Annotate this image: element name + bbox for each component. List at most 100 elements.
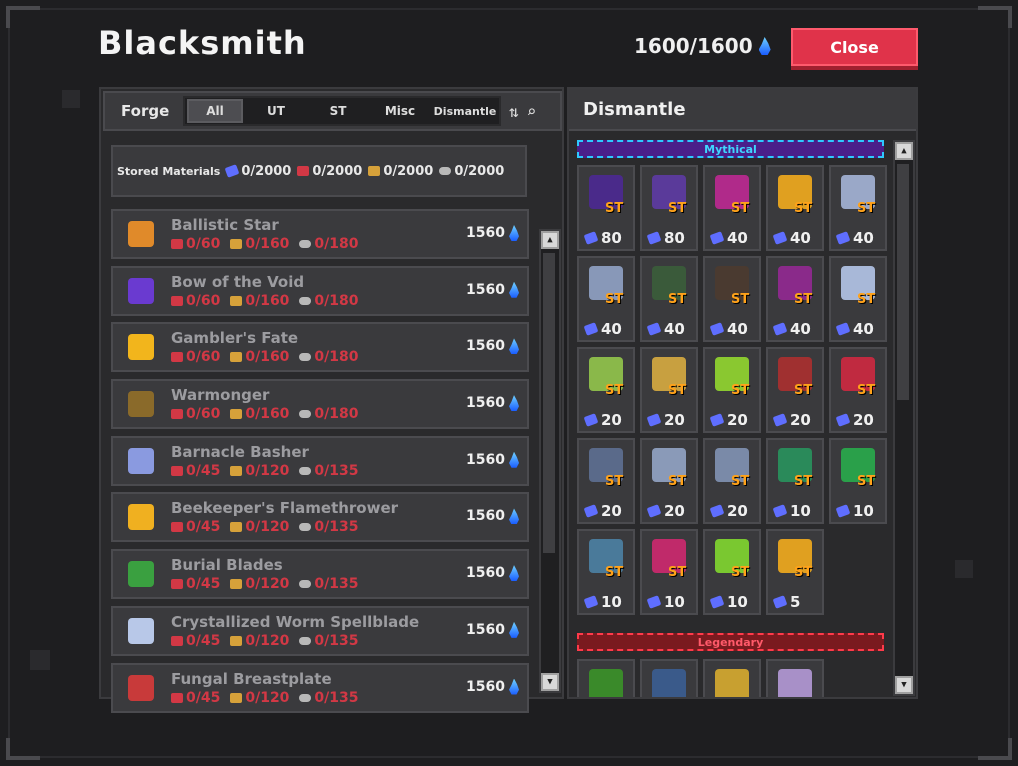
dismantle-item[interactable] (703, 659, 761, 697)
gold-ore-icon (230, 239, 243, 249)
req-value: 0/60 (186, 406, 221, 423)
search-icon[interactable]: ⌕ (527, 102, 537, 121)
dismantle-item[interactable]: ST 20 (703, 347, 761, 433)
item-requirements: 0/45 0/120 0/135 (171, 576, 359, 592)
item-cost: 1560 (466, 281, 519, 298)
blue-flame-icon (509, 678, 519, 695)
dismantle-yield: 20 (583, 411, 622, 429)
yield-value: 40 (727, 229, 748, 247)
yield-value: 10 (727, 593, 748, 611)
dismantle-item[interactable] (766, 659, 824, 697)
dismantle-item[interactable]: ST 40 (703, 165, 761, 251)
dismantle-item[interactable]: ST 5 (766, 529, 824, 615)
dismantle-title: Dismantle (569, 89, 916, 131)
item-name: Burial Blades (171, 556, 283, 575)
scroll-thumb[interactable] (897, 164, 909, 400)
item-body: Barnacle Basher 0/45 0/120 0/135 (171, 443, 359, 479)
recipe-item[interactable]: Fungal Breastplate 0/45 0/120 0/135 1560 (111, 662, 529, 713)
recipe-item[interactable]: Barnacle Basher 0/45 0/120 0/135 1560 (111, 435, 529, 486)
tab-ut[interactable]: UT (245, 98, 307, 124)
tab-st[interactable]: ST (307, 98, 369, 124)
dismantle-item[interactable]: ST 40 (766, 165, 824, 251)
st-badge: ST (857, 383, 876, 398)
item-name: Beekeeper's Flamethrower (171, 499, 399, 518)
close-button[interactable]: Close (791, 28, 918, 66)
dismantle-item[interactable]: ST 40 (829, 165, 887, 251)
item-icon (121, 668, 161, 708)
dismantle-item[interactable]: ST 20 (703, 438, 761, 524)
blue-flame-icon (509, 225, 519, 241)
dismantle-item[interactable]: ST 40 (766, 256, 824, 342)
recipe-item[interactable]: Gambler's Fate 0/60 0/160 0/180 1560 (111, 322, 529, 373)
item-name: Ballistic Star (171, 216, 279, 234)
sort-icon[interactable]: ⇅ (509, 102, 519, 121)
dismantle-yield: 20 (772, 411, 811, 429)
dismantle-item[interactable]: ST 20 (577, 347, 635, 433)
dismantle-item[interactable]: ST 20 (766, 347, 824, 433)
scroll-up-button[interactable]: ▲ (895, 142, 913, 160)
blue-gem-icon (646, 413, 662, 427)
tab-dismantle[interactable]: Dismantle (431, 98, 499, 124)
tab-misc[interactable]: Misc (369, 98, 431, 124)
recipe-item[interactable]: Burial Blades 0/45 0/120 0/135 1560 (111, 549, 529, 600)
dismantle-item[interactable]: ST 80 (577, 165, 635, 251)
req-silver: 0/135 (299, 519, 359, 535)
yield-value: 80 (664, 229, 685, 247)
dismantle-item[interactable]: ST 20 (640, 438, 698, 524)
req-value: 0/135 (314, 632, 359, 649)
dismantle-item[interactable]: ST 10 (703, 529, 761, 615)
tab-all[interactable]: All (187, 99, 243, 123)
req-value: 0/180 (314, 406, 359, 423)
recipe-item[interactable]: Crystallized Worm Spellblade 0/45 0/120 0/1… (111, 605, 529, 656)
dismantle-item[interactable]: ST 10 (577, 529, 635, 615)
dismantle-item[interactable] (577, 659, 635, 697)
recipe-scrollbar[interactable]: ▲ ▼ (539, 229, 561, 693)
scroll-down-button[interactable]: ▼ (895, 676, 913, 694)
dismantle-item[interactable]: ST 40 (829, 256, 887, 342)
dismantle-item[interactable]: ST 80 (640, 165, 698, 251)
dismantle-item[interactable] (640, 659, 698, 697)
dismantle-item[interactable]: ST 20 (829, 347, 887, 433)
dismantle-yield: 80 (583, 229, 622, 247)
item-icon (589, 669, 623, 697)
st-badge: ST (731, 565, 750, 580)
recipe-item[interactable]: Ballistic Star 0/60 0/160 0/180 1560 (111, 209, 529, 259)
req-value: 0/60 (186, 236, 221, 252)
blue-gem-icon (709, 595, 725, 609)
scroll-down-button[interactable]: ▼ (541, 673, 559, 691)
dismantle-item[interactable]: ST 20 (640, 347, 698, 433)
req-red: 0/45 (171, 576, 220, 592)
gold-ore-icon (230, 522, 243, 533)
recipe-item[interactable]: Bow of the Void 0/60 0/160 0/180 1560 (111, 265, 529, 316)
dismantle-yield: 20 (835, 411, 874, 429)
item-body: Ballistic Star 0/60 0/160 0/180 (171, 216, 359, 252)
item-name: Gambler's Fate (171, 329, 299, 348)
gold-ore-icon (230, 352, 243, 363)
dismantle-item[interactable]: ST 40 (577, 256, 635, 342)
req-value: 0/120 (245, 689, 290, 706)
recipe-item[interactable]: Warmonger 0/60 0/160 0/180 1560 (111, 379, 529, 430)
dismantle-item[interactable]: ST 20 (577, 438, 635, 524)
recipe-item[interactable]: Beekeeper's Flamethrower 0/45 0/120 0/135 15… (111, 492, 529, 543)
scroll-thumb[interactable] (543, 253, 555, 553)
blue-gem-icon (709, 504, 725, 518)
req-value: 0/120 (245, 632, 290, 649)
item-requirements: 0/45 0/120 0/135 (171, 633, 419, 649)
dismantle-item[interactable]: ST 40 (640, 256, 698, 342)
item-requirements: 0/60 0/160 0/180 (171, 349, 359, 365)
dismantle-yield: 10 (835, 502, 874, 520)
req-red: 0/60 (171, 293, 220, 309)
dismantle-item[interactable]: ST 10 (766, 438, 824, 524)
corner-ornament (978, 6, 1012, 28)
req-gold: 0/120 (230, 463, 289, 479)
forge-tabbar: Forge All UT ST Misc Dismantle ⇅ ⌕ (103, 91, 562, 131)
req-gold: 0/120 (230, 690, 289, 706)
blue-gem-icon (709, 231, 725, 245)
dismantle-item[interactable]: ST 40 (703, 256, 761, 342)
blue-gem-icon (709, 322, 725, 336)
dismantle-scrollbar[interactable]: ▲ ▼ (893, 140, 915, 696)
scroll-up-button[interactable]: ▲ (541, 231, 559, 249)
yield-value: 80 (601, 229, 622, 247)
dismantle-item[interactable]: ST 10 (640, 529, 698, 615)
dismantle-item[interactable]: ST 10 (829, 438, 887, 524)
